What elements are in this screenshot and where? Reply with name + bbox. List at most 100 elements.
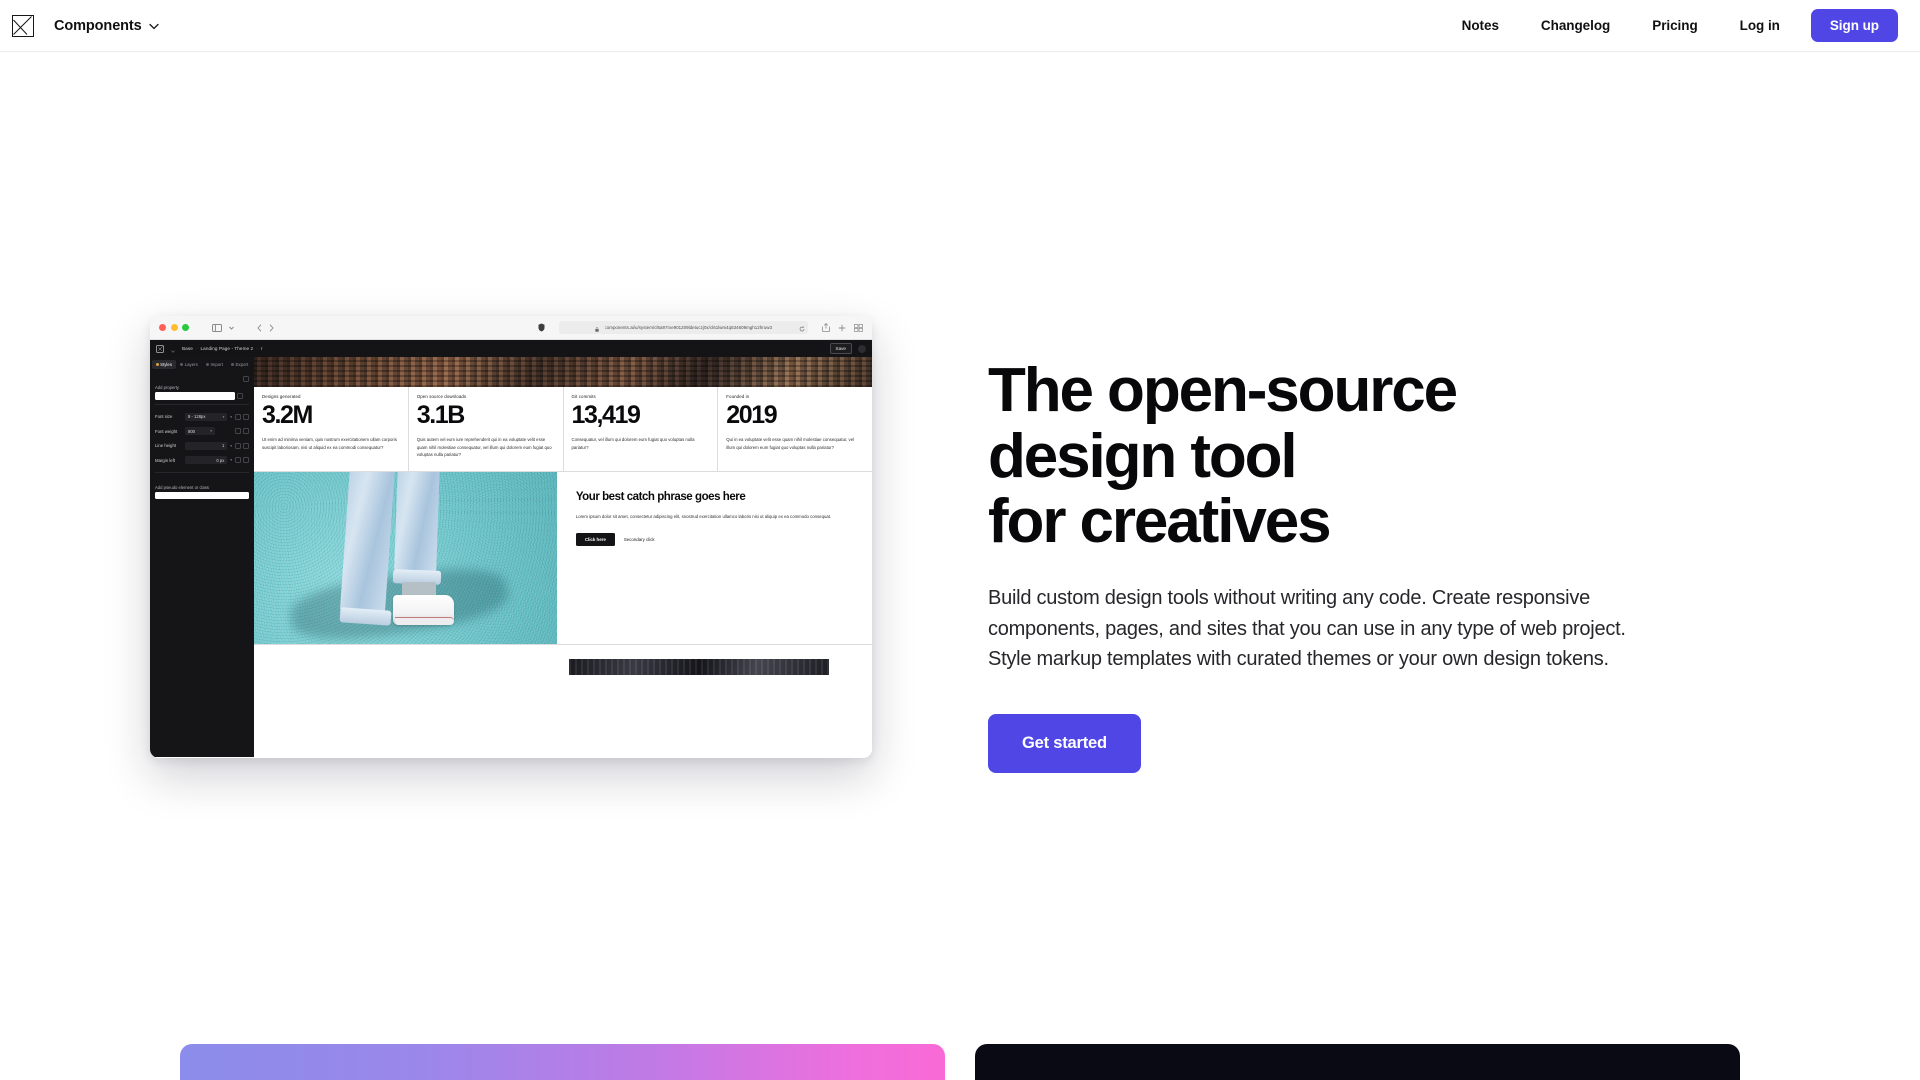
tab-import[interactable]: Import: [202, 360, 226, 369]
tabs-overview-icon[interactable]: [854, 319, 863, 337]
add-property-row: [155, 392, 249, 401]
breadcrumb-item-base[interactable]: Base: [182, 346, 193, 351]
property-value-text: 8 - 128px: [188, 414, 206, 420]
click-here-button[interactable]: Click here: [575, 532, 615, 546]
breadcrumb-item-r[interactable]: r: [261, 346, 263, 351]
property-value-select[interactable]: 8 - 128px ▾: [185, 412, 228, 421]
property-value-text: 800: [188, 428, 195, 434]
sidebar-toggle-icon[interactable]: [212, 323, 222, 332]
reset-property-icon[interactable]: [235, 457, 241, 464]
app-logo-caret-icon[interactable]: [171, 340, 175, 358]
plus-icon[interactable]: [838, 319, 846, 337]
chevron-down-icon[interactable]: [229, 326, 234, 330]
share-icon[interactable]: [822, 319, 830, 337]
reload-icon[interactable]: [799, 319, 805, 337]
privacy-shield-icon[interactable]: [538, 323, 545, 332]
reset-property-icon[interactable]: [235, 442, 241, 449]
add-pseudo-input[interactable]: [155, 491, 249, 499]
url-address-bar[interactable]: components.ai/u/system/cl5a97rxe901209ld…: [558, 319, 808, 337]
remove-property-icon[interactable]: [243, 413, 249, 420]
remove-property-icon[interactable]: [243, 457, 249, 464]
remove-property-icon[interactable]: [243, 442, 249, 449]
breadcrumb-item-page[interactable]: Landing Page - Theme 2: [201, 346, 254, 351]
browser-mockup: components.ai/u/system/cl5a97rxe901209ld…: [150, 316, 872, 758]
chevron-down-icon[interactable]: ▾: [230, 444, 232, 448]
canvas-hero-block: Your best catch phrase goes here Lorem i…: [254, 471, 872, 645]
stat-label: Open source downloads: [416, 394, 467, 399]
property-row-margin-left: Margin left 0 px ▾: [155, 453, 249, 468]
chevron-right-icon[interactable]: [269, 323, 274, 332]
get-started-button[interactable]: Get started: [988, 714, 1141, 774]
pseudo-element-section: Add pseudo element or class: [150, 485, 254, 499]
stat-label: Designs generated: [262, 394, 301, 399]
jeans-and-sneakers-photo: [254, 471, 557, 644]
property-label: Margin left: [155, 457, 176, 463]
editor-canvas[interactable]: Designs generated 3.2M Ut enim ad minima…: [254, 357, 872, 757]
canvas-hero-body: Lorem ipsum dolor sit amet, consectetur …: [575, 513, 832, 519]
export-icon: [230, 362, 234, 366]
property-value-input[interactable]: 1: [185, 441, 228, 450]
tab-styles[interactable]: Styles: [152, 359, 176, 369]
import-icon: [205, 362, 209, 366]
property-label: Line height: [155, 443, 177, 449]
layers-icon: [180, 362, 184, 366]
avatar-icon[interactable]: [858, 344, 866, 353]
property-actions: [235, 413, 249, 420]
browser-chrome-bar: components.ai/u/system/cl5a97rxe901209ld…: [150, 316, 872, 340]
secondary-click-link[interactable]: Secondary click: [624, 537, 655, 542]
property-actions: [235, 428, 249, 435]
app-logo-icon[interactable]: [156, 344, 164, 353]
add-property-submit-icon[interactable]: [237, 393, 243, 400]
stats-row: Designs generated 3.2M Ut enim ad minima…: [254, 387, 872, 472]
app-body: Styles Layers Import Export Add property…: [150, 357, 872, 757]
traffic-lights: [159, 324, 189, 331]
chrome-right-icons: [822, 319, 863, 337]
property-value-input[interactable]: 0 px: [185, 456, 228, 465]
add-property-input[interactable]: [155, 392, 235, 401]
reset-property-icon[interactable]: [235, 428, 241, 435]
close-window-icon[interactable]: [159, 324, 166, 331]
reset-property-icon[interactable]: [235, 413, 241, 420]
maximize-window-icon[interactable]: [182, 324, 189, 331]
signup-button[interactable]: Sign up: [1810, 9, 1898, 42]
tab-layers-label: Layers: [184, 361, 198, 367]
hero-section: components.ai/u/system/cl5a97rxe901209ld…: [0, 52, 1920, 774]
components-menu-button[interactable]: Components: [52, 14, 161, 38]
property-value-select[interactable]: 800 ▾: [185, 427, 215, 436]
chevron-down-icon: [148, 18, 159, 34]
divider: [155, 404, 249, 406]
save-button[interactable]: Save: [829, 343, 852, 354]
top-navigation-bar: Components Notes Changelog Pricing Log i…: [0, 0, 1920, 52]
page-title: The open-source design tool for creative…: [988, 358, 1760, 555]
nav-link-pricing[interactable]: Pricing: [1631, 10, 1718, 41]
stat-value: 2019: [726, 401, 777, 429]
remove-property-icon[interactable]: [243, 428, 249, 435]
tab-export[interactable]: Export: [227, 360, 251, 369]
tab-export-label: Export: [235, 361, 249, 367]
dark-card[interactable]: [975, 1044, 1740, 1080]
nav-left-group: Components: [12, 14, 161, 38]
property-value-text: 0 px: [216, 457, 225, 463]
aerial-cityscape-photo: [254, 357, 872, 387]
panel-settings-icon[interactable]: [243, 376, 249, 383]
chevron-left-icon[interactable]: [257, 323, 262, 332]
stat-card: Founded in 2019 Qui in ea voluptate veli…: [718, 387, 872, 471]
property-label: Font size: [155, 414, 173, 420]
nav-link-changelog[interactable]: Changelog: [1520, 10, 1631, 41]
tab-layers[interactable]: Layers: [177, 360, 202, 369]
stat-body: Quis autem vel eum iure reprehenderit qu…: [416, 437, 552, 458]
minimize-window-icon[interactable]: [170, 324, 178, 331]
chevron-down-icon[interactable]: ▾: [230, 458, 232, 462]
tab-styles-label: Styles: [160, 361, 173, 367]
nav-link-login[interactable]: Log in: [1719, 10, 1801, 41]
canvas-button-row: Click here Secondary click: [575, 532, 853, 546]
app-bar-right-group: Save: [829, 343, 866, 354]
nav-link-notes[interactable]: Notes: [1441, 10, 1520, 41]
gradient-card[interactable]: [180, 1044, 945, 1080]
stat-label: Founded in: [726, 394, 750, 399]
canvas-hero-heading: Your best catch phrase goes here: [576, 491, 853, 504]
chevron-down-icon[interactable]: ▾: [230, 415, 232, 419]
image-placeholder-icon[interactable]: [12, 14, 34, 37]
property-row-font-size: Font size 8 - 128px ▾ ▾: [155, 409, 249, 424]
hero-title-line1: The open-source: [988, 356, 1458, 425]
